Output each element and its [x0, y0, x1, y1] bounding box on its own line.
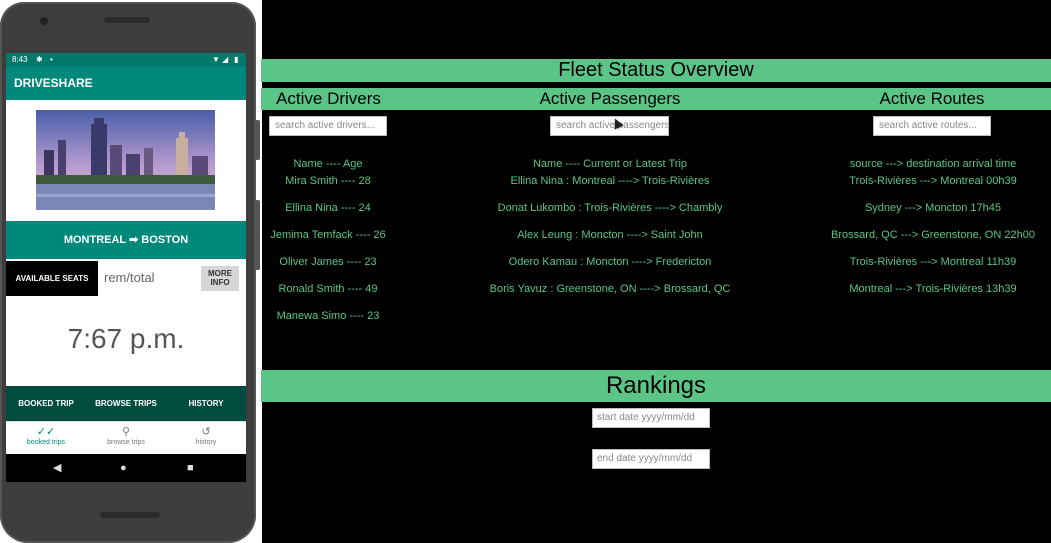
routes-column-label: source ---> destination arrival time [849, 158, 1017, 170]
driver-row: Ellina Nina ---- 24 [285, 202, 371, 214]
routes-search-input[interactable]: search active routes... [873, 116, 991, 136]
routes-header: Active Routes [879, 89, 985, 108]
passenger-row: Boris Yavuz : Greenstone, ON ----> Bross… [489, 283, 731, 295]
trip-time: 7:67 p.m. [67, 323, 185, 354]
route-row: Brossard, QC ---> Greenstone, ON 22h00 [831, 229, 1035, 241]
tab-browse-trips[interactable]: ⚲ browse trips [86, 422, 166, 455]
tab-browse-label: browse trips [107, 439, 145, 446]
route-row: Sydney ---> Moncton 17h45 [864, 202, 1002, 214]
driver-row: Manewa Simo ---- 23 [276, 310, 380, 322]
status-bar: 8:43 ✱ ▪ ▼ ◢ ▮ [6, 53, 246, 67]
passengers-search-input[interactable]: search active passengers... [550, 116, 669, 136]
more-info-line2: INFO [210, 278, 230, 287]
passengers-header: Active Passengers [539, 89, 681, 108]
passenger-row: Donat Lukombo : Trois-Rivières ----> Cha… [497, 202, 723, 214]
app-title: DRIVESHARE [6, 67, 246, 100]
tab-booked-label: booked trips [26, 439, 66, 446]
settings-status-icon: ✱ [36, 55, 43, 64]
search-icon: ⚲ [121, 426, 131, 438]
drivers-header: Active Drivers [276, 89, 381, 108]
drivers-column-label: Name ---- Age [293, 158, 363, 170]
route-row: Montreal ---> Trois-Rivières 13h39 [849, 283, 1017, 295]
end-date-input[interactable]: end date yyyy/mm/dd [592, 449, 710, 469]
booked-trip-button[interactable]: BOOKED TRIP [6, 386, 86, 421]
home-icon[interactable]: ● [120, 454, 127, 482]
front-camera [40, 17, 48, 25]
android-nav-bar: ◀ ● ■ [6, 454, 246, 482]
battery-icon: ▮ [234, 55, 239, 64]
browse-trips-button[interactable]: BROWSE TRIPS [86, 386, 166, 421]
driver-row: Ronald Smith ---- 49 [278, 283, 378, 295]
bottom-tab-bar: ✓✓ booked trips ⚲ browse trips ↺ history [6, 421, 246, 455]
drivers-search-input[interactable]: search active drivers... [269, 116, 387, 136]
double-check-icon: ✓✓ [36, 426, 56, 438]
tab-history[interactable]: ↺ history [166, 422, 246, 455]
driver-row: Jemima Temfack ---- 26 [270, 229, 386, 241]
more-info-button[interactable]: MORE INFO [201, 266, 239, 291]
recents-icon[interactable]: ■ [187, 454, 194, 482]
sd-card-icon: ▪ [50, 55, 53, 64]
phone-screen: 8:43 ✱ ▪ ▼ ◢ ▮ DRIVESHARE MONTREAL ➡ BOS… [6, 53, 246, 482]
wifi-icon: ▼ [212, 55, 220, 64]
available-seats-button[interactable]: AVAILABLE SEATS [6, 261, 98, 296]
driver-row: Oliver James ---- 23 [279, 256, 377, 268]
driver-row: Mira Smith ---- 28 [285, 175, 371, 187]
speaker-grille [104, 17, 150, 23]
start-date-input[interactable]: start date yyyy/mm/dd [592, 408, 710, 428]
volume-button[interactable] [255, 120, 260, 160]
signal-icon: ◢ [222, 55, 229, 64]
status-time: 8:43 [12, 55, 28, 64]
more-info-line1: MORE [208, 269, 232, 278]
history-button[interactable]: HISTORY [166, 386, 246, 421]
passengers-column-label: Name ---- Current or Latest Trip [532, 158, 688, 170]
phone-bottom-grille [100, 512, 160, 518]
boston-skyline-photo [36, 110, 215, 210]
tab-booked-trips[interactable]: ✓✓ booked trips [6, 422, 86, 455]
passenger-row: Alex Leung : Moncton ----> Saint John [517, 229, 703, 241]
page-title: Fleet Status Overview [558, 59, 754, 81]
rankings-title: Rankings [605, 372, 707, 399]
seats-input[interactable]: rem/total [104, 267, 196, 289]
action-buttons-bar: BOOKED TRIP BROWSE TRIPS HISTORY [6, 386, 246, 421]
back-icon[interactable]: ◀ [53, 454, 61, 482]
route-banner: MONTREAL ➡ BOSTON [6, 221, 246, 259]
tab-history-label: history [195, 439, 217, 446]
route-row: Trois-Rivières ---> Montreal 00h39 [849, 175, 1017, 187]
route-row: Trois-Rivières ---> Montreal 11h39 [849, 256, 1017, 268]
history-icon: ↺ [201, 426, 211, 438]
passenger-row: Odero Kamau : Moncton ----> Fredericton [508, 256, 712, 268]
passenger-row: Ellina Nina : Montreal ----> Trois-Riviè… [510, 175, 710, 187]
